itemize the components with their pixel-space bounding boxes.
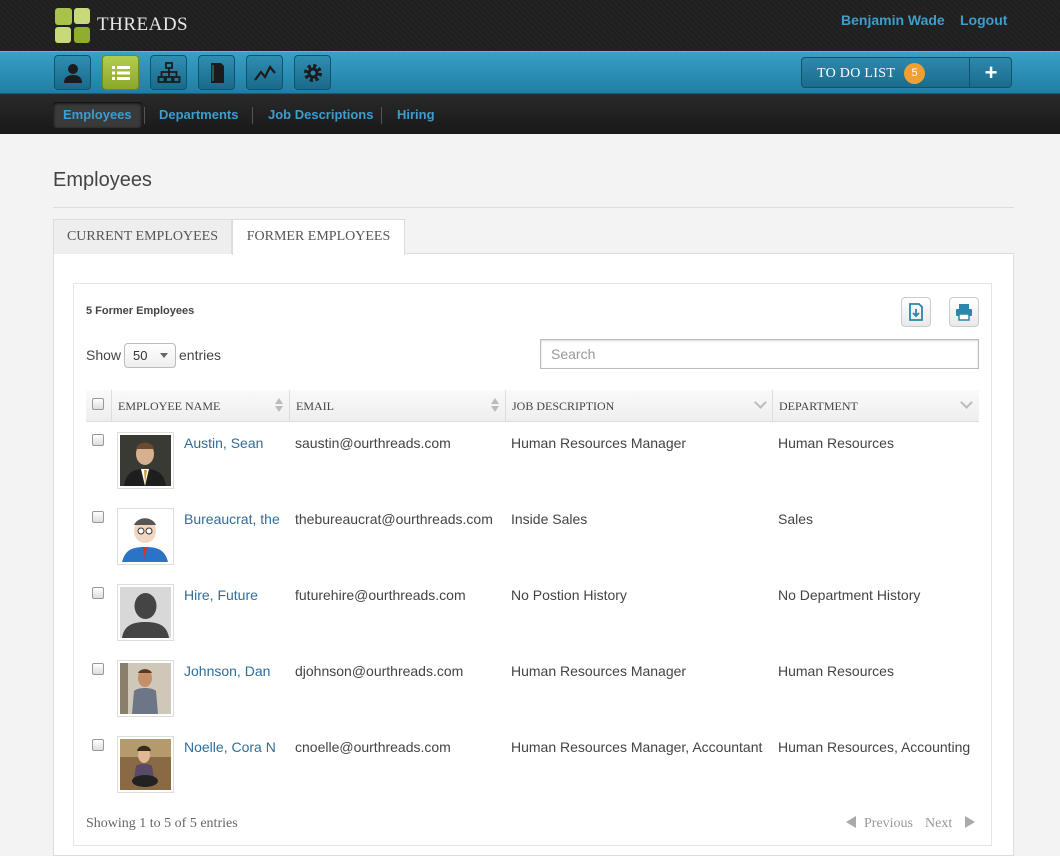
chart-icon[interactable] xyxy=(246,55,283,90)
job-cell: Human Resources Manager xyxy=(511,435,687,451)
column-header-label: EMPLOYEE NAME xyxy=(118,399,221,413)
employee-name-link[interactable]: Austin, Sean xyxy=(184,435,263,451)
next-arrow-icon[interactable] xyxy=(965,816,975,828)
title-divider xyxy=(53,207,1014,208)
department-cell: No Department History xyxy=(778,587,921,603)
table-info: Showing 1 to 5 of 5 entries xyxy=(86,816,238,831)
select-all-checkbox[interactable] xyxy=(92,398,104,410)
previous-button[interactable]: Previous xyxy=(864,816,913,832)
column-header-employee-name[interactable]: EMPLOYEE NAME xyxy=(111,390,290,422)
avatar xyxy=(117,508,174,565)
department-cell: Human Resources xyxy=(778,663,894,679)
logout-link[interactable]: Logout xyxy=(960,12,1007,28)
row-checkbox[interactable] xyxy=(92,739,104,751)
column-header-email[interactable]: EMAIL xyxy=(289,390,506,422)
todo-add-button[interactable]: + xyxy=(969,57,1012,88)
avatar xyxy=(117,736,174,793)
subnav-departments[interactable]: Departments xyxy=(149,102,248,128)
chevron-down-icon xyxy=(160,353,168,358)
print-icon xyxy=(956,304,972,321)
column-header-label: EMAIL xyxy=(296,399,334,413)
job-cell: Inside Sales xyxy=(511,511,588,527)
table-header: EMPLOYEE NAME EMAIL JOB DESCRIPTION DEPA… xyxy=(86,390,979,422)
employee-name-link[interactable]: Hire, Future xyxy=(184,587,258,603)
row-checkbox[interactable] xyxy=(92,511,104,523)
export-icon xyxy=(909,303,923,321)
column-header-label: JOB DESCRIPTION xyxy=(512,399,615,413)
page-size-value: 50 xyxy=(133,348,148,363)
record-count: 5 Former Employees xyxy=(86,305,195,317)
brand-name: THREADS xyxy=(97,14,189,35)
email-cell: djohnson@ourthreads.com xyxy=(295,663,464,679)
print-button[interactable] xyxy=(949,297,979,327)
row-checkbox[interactable] xyxy=(92,663,104,675)
subnav-job-descriptions[interactable]: Job Descriptions xyxy=(258,102,383,128)
column-header-department[interactable]: DEPARTMENT xyxy=(772,390,979,422)
search-input[interactable] xyxy=(540,339,979,369)
email-cell: thebureaucrat@ourthreads.com xyxy=(295,511,493,527)
show-label: Show xyxy=(86,347,122,363)
employee-name-link[interactable]: Bureaucrat, the xyxy=(184,511,280,527)
todo-count-badge: 5 xyxy=(904,63,925,84)
job-cell: No Postion History xyxy=(511,587,627,603)
todo-list-label: TO DO LIST xyxy=(817,66,896,81)
gear-icon[interactable] xyxy=(294,55,331,90)
person-icon[interactable] xyxy=(54,55,91,90)
user-name-link[interactable]: Benjamin Wade xyxy=(841,12,945,28)
subnav-employees[interactable]: Employees xyxy=(53,102,142,128)
tab-former-employees[interactable]: FORMER EMPLOYEES xyxy=(232,219,405,255)
email-cell: cnoelle@ourthreads.com xyxy=(295,739,451,755)
subnav-divider xyxy=(144,107,145,124)
export-button[interactable] xyxy=(901,297,931,327)
department-cell: Sales xyxy=(778,511,814,527)
employee-name-link[interactable]: Johnson, Dan xyxy=(184,663,270,679)
entries-label: entries xyxy=(179,347,222,363)
column-header-label: DEPARTMENT xyxy=(779,399,858,413)
department-cell: Human Resources xyxy=(778,435,894,451)
avatar xyxy=(117,432,174,489)
avatar xyxy=(117,584,174,641)
list-icon[interactable] xyxy=(102,55,139,90)
subnav-divider xyxy=(381,107,382,124)
column-header-job-description[interactable]: JOB DESCRIPTION xyxy=(505,390,773,422)
email-cell: futurehire@ourthreads.com xyxy=(295,587,466,603)
employee-name-link[interactable]: Noelle, Cora N xyxy=(184,739,276,755)
sort-icon xyxy=(491,398,499,414)
sort-icon xyxy=(275,398,283,414)
email-cell: saustin@ourthreads.com xyxy=(295,435,451,451)
document-icon[interactable] xyxy=(198,55,235,90)
avatar xyxy=(117,660,174,717)
tab-current-employees[interactable]: CURRENT EMPLOYEES xyxy=(53,219,232,254)
page-title: Employees xyxy=(53,169,152,191)
threads-logo[interactable] xyxy=(55,8,91,44)
department-cell: Human Resources, Accounting xyxy=(778,739,971,755)
chevron-down-icon xyxy=(960,396,973,409)
subnav-divider xyxy=(252,107,253,124)
next-button[interactable]: Next xyxy=(925,816,952,832)
job-cell: Human Resources Manager xyxy=(511,663,687,679)
previous-arrow-icon[interactable] xyxy=(846,816,856,828)
org-chart-icon[interactable] xyxy=(150,55,187,90)
chevron-down-icon xyxy=(754,396,767,409)
subnav-hiring[interactable]: Hiring xyxy=(387,102,445,128)
page-size-select[interactable]: 50 xyxy=(124,343,176,368)
row-checkbox[interactable] xyxy=(92,587,104,599)
job-cell: Human Resources Manager, Accountant xyxy=(511,739,763,755)
row-checkbox[interactable] xyxy=(92,434,104,446)
